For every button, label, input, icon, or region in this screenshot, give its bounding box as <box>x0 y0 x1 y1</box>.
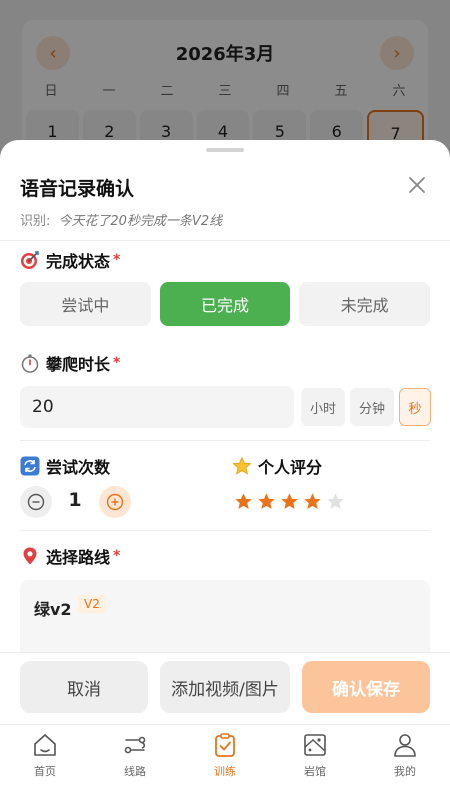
close-icon <box>409 177 425 193</box>
add-media-button[interactable]: 添加视频/图片 <box>160 661 290 713</box>
tab-label: 训练 <box>214 765 236 778</box>
action-bar: 取消 添加视频/图片 确认保存 <box>0 652 450 728</box>
tab-profile[interactable]: 我的 <box>360 725 450 800</box>
attempts-increment-button[interactable] <box>99 486 131 518</box>
home-icon <box>34 734 56 756</box>
recognized-label: 识别: <box>20 214 51 229</box>
star-filled-icon[interactable] <box>303 492 322 511</box>
status-option-trying[interactable]: 尝试中 <box>20 282 151 326</box>
duration-label: 攀爬时长 <box>46 355 111 374</box>
tab-label: 线路 <box>124 765 146 778</box>
rating-stars[interactable] <box>234 492 345 511</box>
tab-label: 首页 <box>34 765 56 778</box>
tab-gyms[interactable]: 岩馆 <box>270 725 360 800</box>
rating-label: 个人评分 <box>258 458 323 477</box>
divider <box>20 440 430 441</box>
voice-record-sheet: 语音记录确认 识别: 今天花了20秒完成一条V2线 完成状态 * 尝试中 已完成 未… <box>0 140 450 800</box>
bottom-tab-bar: 首页 线路 训练 岩馆 我的 <box>0 724 450 800</box>
sheet-title: 语音记录确认 <box>20 178 135 200</box>
cancel-button[interactable]: 取消 <box>20 661 148 713</box>
star-filled-icon[interactable] <box>280 492 299 511</box>
status-option-incomplete[interactable]: 未完成 <box>299 282 431 326</box>
star-icon <box>232 456 252 476</box>
refresh-icon <box>20 456 40 476</box>
minus-circle-icon <box>27 493 45 511</box>
unit-second-button[interactable]: 秒 <box>399 388 431 426</box>
required-mark: * <box>113 548 121 564</box>
location-pin-icon <box>20 546 40 566</box>
route-name: 绿v2 <box>34 600 72 619</box>
required-mark: * <box>113 252 121 268</box>
divider <box>20 530 430 531</box>
tab-label: 岩馆 <box>304 765 326 778</box>
tab-routes[interactable]: 线路 <box>90 725 180 800</box>
target-icon <box>20 250 40 270</box>
unit-minute-button[interactable]: 分钟 <box>350 388 394 426</box>
clipboard-check-icon <box>215 733 235 757</box>
confirm-save-button[interactable]: 确认保存 <box>302 661 430 713</box>
route-icon <box>124 736 146 754</box>
recognized-text-row: 识别: 今天花了20秒完成一条V2线 <box>20 210 222 229</box>
attempts-count: 1 <box>68 489 82 511</box>
status-options: 尝试中 已完成 未完成 <box>20 282 431 326</box>
unit-hour-button[interactable]: 小时 <box>301 388 345 426</box>
star-filled-icon[interactable] <box>257 492 276 511</box>
required-mark: * <box>113 355 121 371</box>
attempts-decrement-button[interactable] <box>20 486 52 518</box>
status-label: 完成状态 <box>46 252 111 271</box>
stopwatch-icon <box>20 353 40 373</box>
tab-home[interactable]: 首页 <box>0 725 90 800</box>
close-button[interactable] <box>406 174 428 196</box>
status-option-completed[interactable]: 已完成 <box>159 282 291 326</box>
plus-circle-icon <box>106 493 124 511</box>
tab-training[interactable]: 训练 <box>180 725 270 800</box>
route-grade-badge: V2 <box>78 595 106 613</box>
divider <box>0 240 450 241</box>
status-section-label: 完成状态 * <box>20 248 120 272</box>
user-icon <box>394 734 416 757</box>
sheet-grabber[interactable] <box>206 148 244 152</box>
star-empty-icon[interactable] <box>326 492 345 511</box>
duration-input[interactable]: 20 <box>20 386 294 428</box>
rating-section-label: 个人评分 <box>232 454 322 478</box>
route-label: 选择路线 <box>46 548 111 567</box>
duration-section-label: 攀爬时长 * <box>20 351 120 375</box>
route-section-label: 选择路线 * <box>20 544 120 568</box>
star-filled-icon[interactable] <box>234 492 253 511</box>
attempts-section-label: 尝试次数 <box>20 454 110 478</box>
attempts-label: 尝试次数 <box>46 458 111 477</box>
tab-label: 我的 <box>394 765 416 778</box>
recognized-text: 今天花了20秒完成一条V2线 <box>58 214 223 229</box>
climbing-wall-icon <box>304 734 326 756</box>
